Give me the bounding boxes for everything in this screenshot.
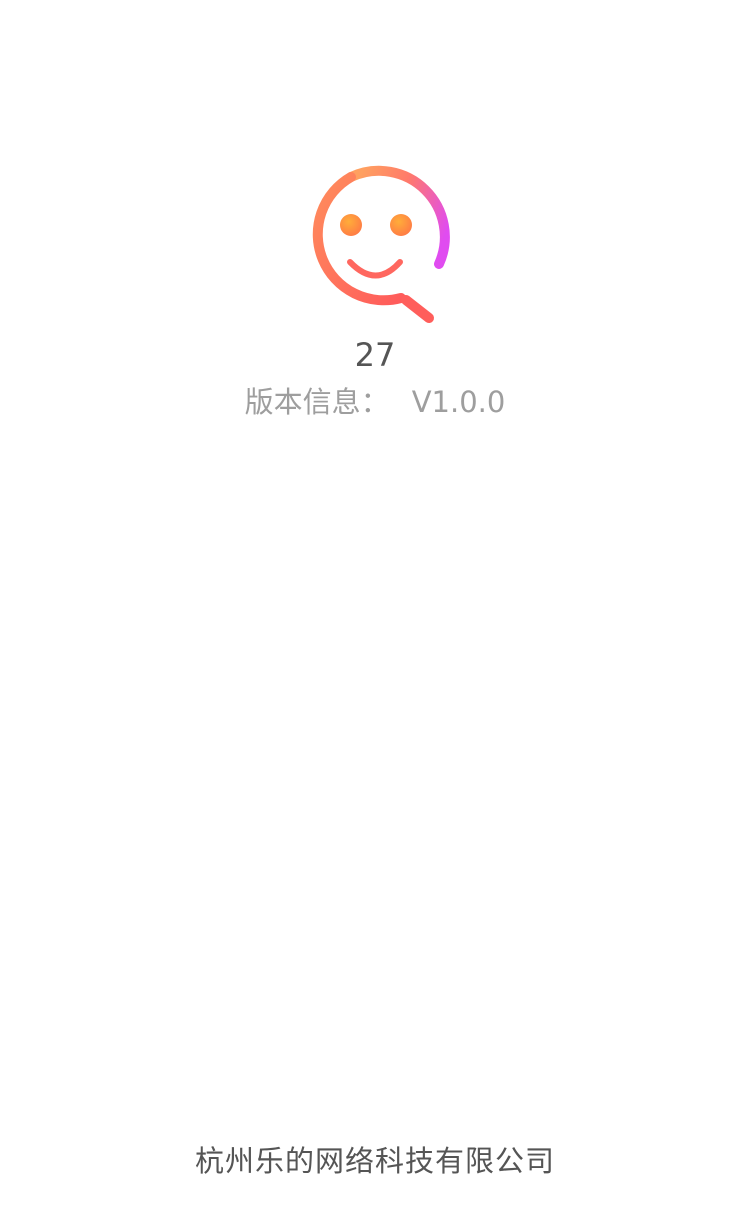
version-value: V1.0.0 <box>411 385 506 419</box>
company-name: 杭州乐的网络科技有限公司 <box>194 1144 555 1178</box>
smiley-magnifier-logo-icon <box>312 165 450 323</box>
app-logo-icon <box>298 165 454 330</box>
version-info: 版本信息： V1.0.0 <box>0 382 750 422</box>
app-name: 27 <box>354 336 396 374</box>
version-label: 版本信息： <box>244 385 390 419</box>
